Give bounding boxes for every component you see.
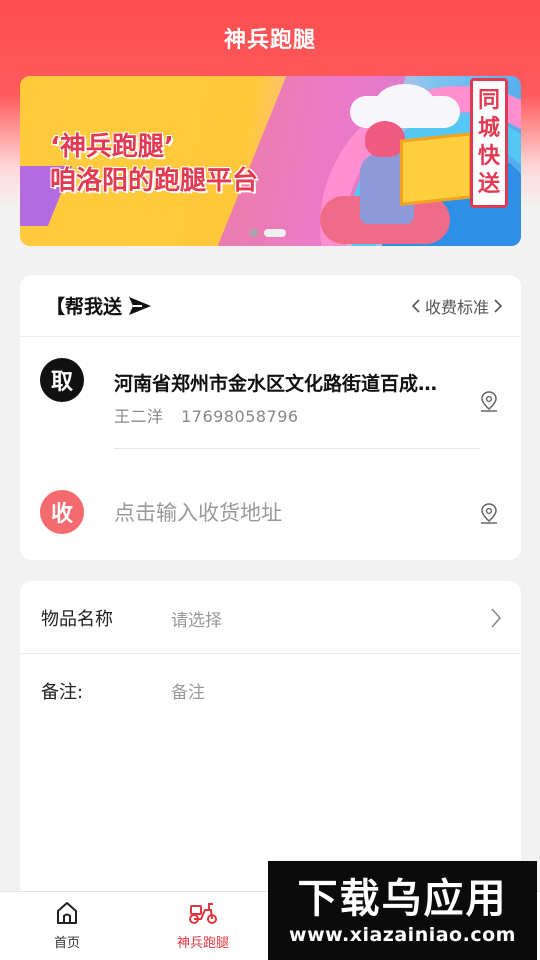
delivery-address-row[interactable]: 收 点击输入收货地址: [20, 449, 521, 560]
tab-errand-label: 神兵跑腿: [176, 936, 229, 951]
watermark-title: 下载乌应用: [297, 875, 508, 922]
chevron-left-icon: [411, 298, 420, 313]
send-title: 【帮我送: [46, 292, 152, 319]
badge-char: 城: [477, 116, 500, 141]
note-textarea[interactable]: 备注: [171, 678, 205, 703]
send-title-label: 【帮我送: [46, 296, 123, 318]
pickup-contact: 王二洋 17698058796: [114, 403, 299, 427]
badge-char: 同: [477, 88, 500, 113]
tab-home-label: 首页: [53, 936, 80, 951]
pickup-address: 河南省郑州市金水区文化路街道百成…: [114, 373, 438, 395]
item-name-select[interactable]: 请选择: [171, 606, 222, 631]
pickup-address-row[interactable]: 取 河南省郑州市金水区文化路街道百成… 王二洋 17698058796: [20, 337, 521, 449]
fee-standard-label: 收费标准: [424, 297, 489, 317]
item-name-label: 物品名称: [41, 609, 113, 630]
helmet-illustration: [365, 121, 405, 157]
pickup-contact-phone: 17698058796: [181, 407, 299, 426]
banner-line-2: 咱洛阳的跑腿平台: [50, 166, 259, 196]
package-illustration: [400, 132, 472, 206]
badge-char: 送: [477, 172, 500, 197]
note-row[interactable]: 备注: 备注: [20, 654, 521, 854]
pickup-contact-name: 王二洋: [114, 407, 164, 426]
watermark-url: www.xiazainiao.com: [289, 923, 516, 946]
pickup-marker: 取: [40, 358, 84, 402]
scooter-icon: [189, 903, 217, 924]
tab-home[interactable]: 首页: [12, 900, 122, 951]
carousel-dot[interactable]: [250, 229, 258, 237]
chevron-right-icon: [494, 298, 503, 313]
banner-line-1: ‘神兵跑腿’: [50, 132, 174, 162]
delivery-marker: 收: [40, 490, 84, 534]
home-icon: [57, 902, 77, 924]
send-arrow-icon: [129, 296, 152, 315]
item-name-row[interactable]: 物品名称 请选择: [20, 581, 521, 654]
cloud-illustration: [375, 84, 435, 124]
fee-standard-link[interactable]: 收费标准: [411, 294, 503, 318]
carousel-dot-active[interactable]: [264, 229, 286, 237]
delivery-address-placeholder[interactable]: 点击输入收货地址: [114, 497, 282, 527]
location-pin-icon[interactable]: [478, 502, 500, 526]
send-card: 【帮我送 收费标准 取 河南省郑州市金水区文化路街道百成… 王二洋 176980…: [20, 275, 521, 560]
tab-errand[interactable]: 神兵跑腿: [148, 900, 258, 951]
send-card-header: 【帮我送 收费标准: [20, 275, 521, 337]
same-city-badge: 同 城 快 送: [470, 78, 508, 208]
page-title: 神兵跑腿: [223, 28, 316, 53]
location-pin-icon[interactable]: [478, 390, 500, 414]
badge-char: 快: [477, 144, 500, 169]
banner-slogan: ‘神兵跑腿’ 咱洛阳的跑腿平台: [50, 130, 258, 198]
chevron-right-icon: [491, 608, 502, 628]
note-label: 备注:: [41, 682, 84, 703]
promo-banner[interactable]: ‘神兵跑腿’ 咱洛阳的跑腿平台 同 城 快 送: [20, 76, 521, 246]
site-watermark: 下载乌应用 www.xiazainiao.com: [268, 861, 537, 960]
carousel-indicator: [250, 229, 286, 237]
